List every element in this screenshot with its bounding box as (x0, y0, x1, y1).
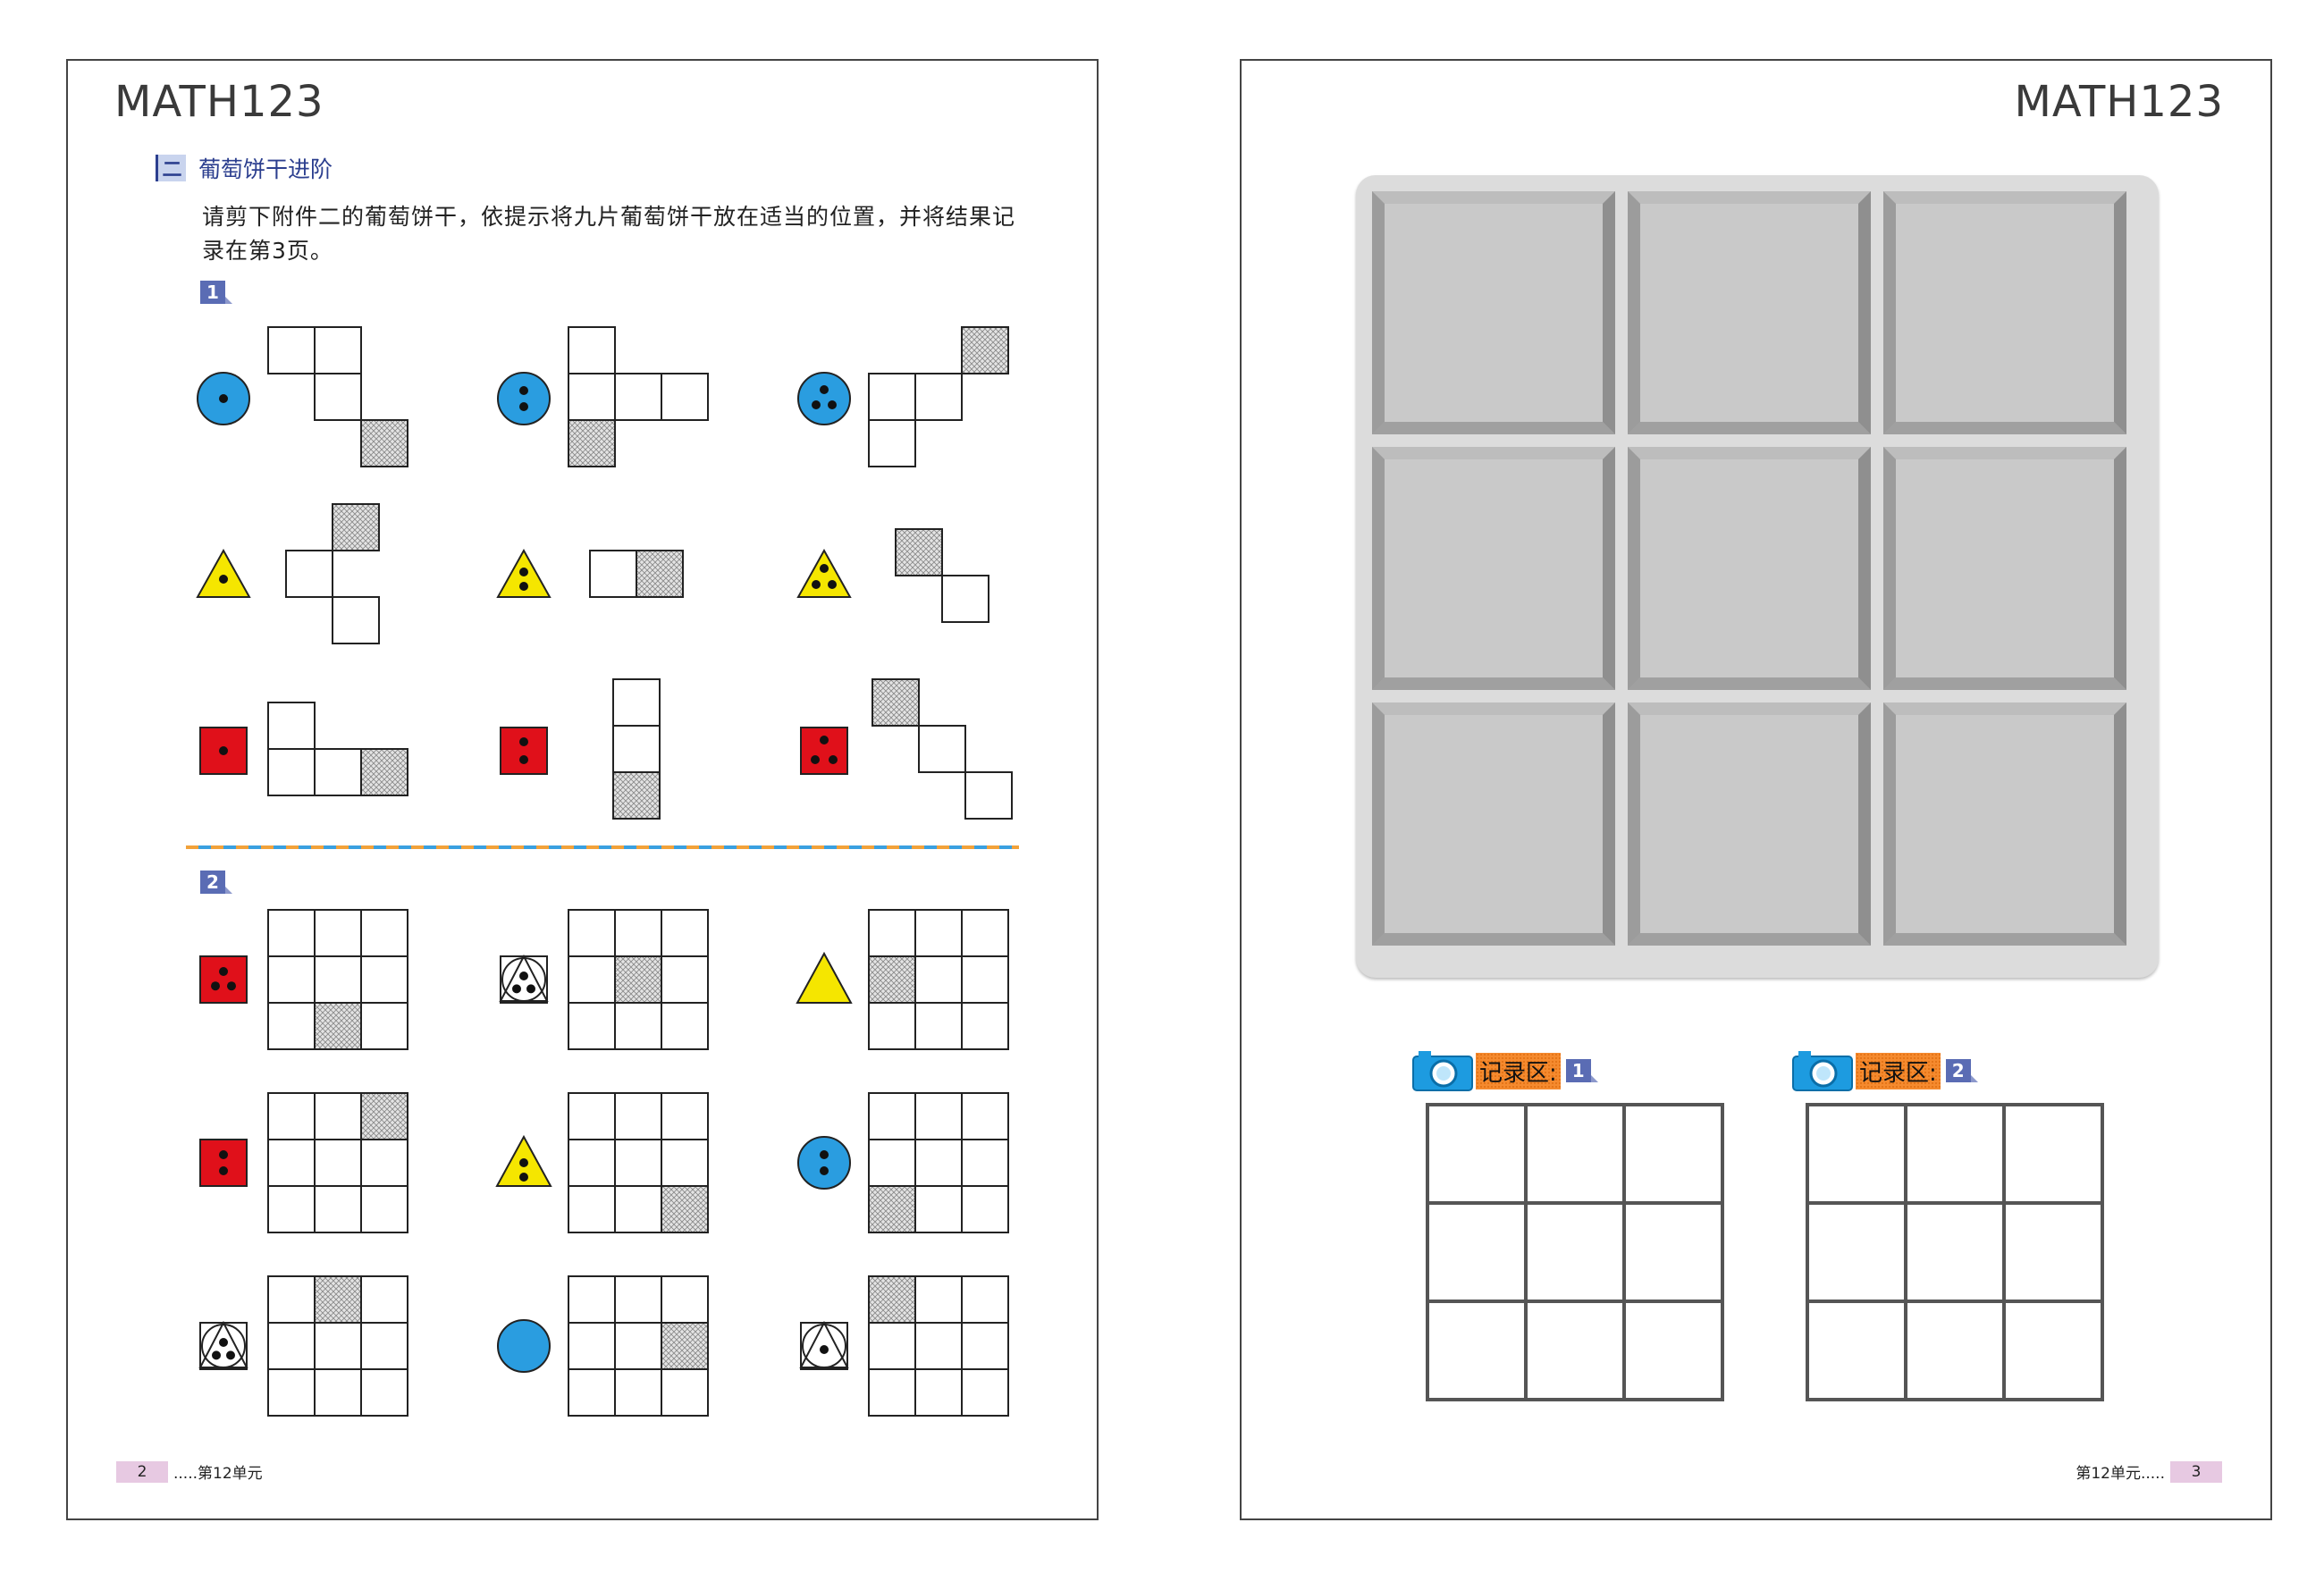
p1-clue-square-2 (500, 727, 548, 775)
p2-clue-1 (199, 955, 248, 1004)
page-number: 3 (2170, 1460, 2222, 1483)
p1-clue-circle-2 (497, 372, 551, 425)
right-page: MATH123 记录区: 1 记录区: 2 第12单元..... 3 (1240, 59, 2272, 1520)
p1-pattern-6 (895, 528, 989, 623)
camera-icon (1412, 1051, 1473, 1091)
p1-pattern-1 (267, 326, 408, 467)
p2-clue-5 (495, 1134, 552, 1187)
footer-right: 第12单元..... 3 (2076, 1460, 2222, 1483)
cookie-tray (1356, 175, 2159, 978)
p1-clue-square-3 (800, 727, 848, 775)
footer-unit: .....第12单元 (173, 1465, 263, 1483)
tray-slot (1883, 191, 2126, 434)
record-area-2-text: 记录区: (1856, 1052, 1941, 1089)
footer-unit: 第12单元..... (2076, 1465, 2165, 1483)
tray-slot (1883, 447, 2126, 690)
tray-slot (1372, 191, 1615, 434)
record-area-2-label: 记录区: 2 (1791, 1049, 1978, 1092)
tray-slot (1628, 191, 1871, 434)
page-number: 2 (116, 1460, 168, 1483)
p2-grid-5 (568, 1092, 709, 1233)
p2-grid-2 (568, 909, 709, 1050)
p2-grid-4 (267, 1092, 408, 1233)
camera-icon (1792, 1051, 1853, 1091)
p1-clue-triangle-1 (196, 548, 251, 598)
p1-clue-circle-3 (797, 372, 851, 425)
record-grid-2[interactable] (1806, 1103, 2104, 1401)
p1-pattern-3 (868, 326, 1009, 467)
p1-pattern-4 (285, 503, 380, 644)
p1-pattern-2 (568, 326, 709, 467)
p2-clue-6 (797, 1136, 851, 1190)
tray-slot (1628, 702, 1871, 946)
record-area-2-number: 2 (1945, 1059, 1978, 1082)
p2-grid-9 (868, 1275, 1009, 1417)
p2-clue-8 (497, 1319, 551, 1373)
p1-clue-triangle-3 (796, 548, 852, 598)
p1-clue-circle-1 (197, 372, 250, 425)
p2-clue-7 (198, 1320, 248, 1370)
math123-logo: MATH123 (2014, 77, 2224, 127)
p2-grid-3 (868, 909, 1009, 1050)
p2-clue-4 (199, 1139, 248, 1187)
tray-slot (1628, 447, 1871, 690)
left-page: MATH123 二 葡萄饼干进阶 请剪下附件二的葡萄饼干，依提示将九片葡萄饼干放… (66, 59, 1099, 1520)
tray-slot (1883, 702, 2126, 946)
p2-clue-3 (796, 951, 853, 1004)
p1-pattern-7 (267, 702, 408, 796)
record-area-1-number: 1 (1565, 1059, 1598, 1082)
p2-clue-2 (499, 954, 549, 1004)
p1-pattern-9 (872, 678, 1013, 820)
tray-slot (1372, 702, 1615, 946)
p1-pattern-5 (589, 550, 684, 598)
record-area-1-label: 记录区: 1 (1411, 1049, 1598, 1092)
p1-clue-square-1 (199, 727, 248, 775)
record-area-1-text: 记录区: (1476, 1052, 1561, 1089)
tray-slots (1372, 191, 2126, 946)
record-grid-1[interactable] (1426, 1103, 1724, 1401)
p2-grid-8 (568, 1275, 709, 1417)
footer-left: 2 .....第12单元 (116, 1460, 263, 1483)
p2-grid-7 (267, 1275, 408, 1417)
p2-grid-6 (868, 1092, 1009, 1233)
p2-clue-9 (799, 1320, 849, 1370)
p1-pattern-8 (612, 678, 661, 820)
tray-slot (1372, 447, 1615, 690)
puzzle-figures (186, 326, 1019, 1417)
p2-grid-1 (267, 909, 408, 1050)
p1-clue-triangle-2 (496, 548, 552, 598)
